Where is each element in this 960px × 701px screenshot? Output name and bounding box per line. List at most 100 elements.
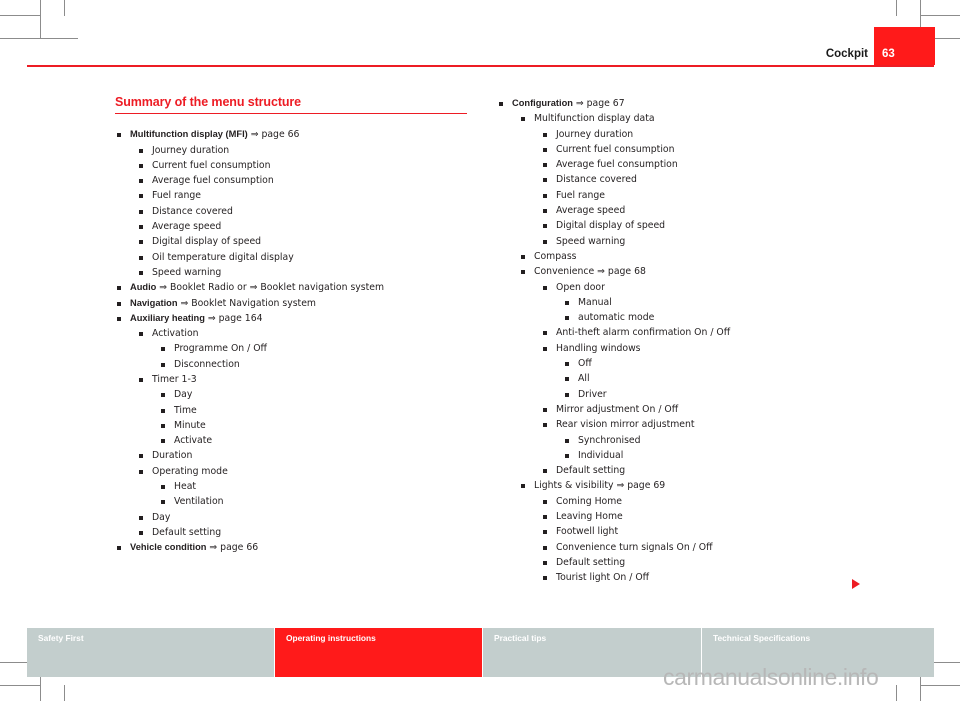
menu-item-label: Average fuel consumption <box>152 175 274 187</box>
menu-item: Mirror adjustment On / Off <box>541 402 897 417</box>
menu-item: Digital display of speed <box>137 234 475 249</box>
menu-item-label: Programme On / Off <box>174 343 267 355</box>
square-bullet-icon <box>139 240 143 245</box>
square-bullet-icon <box>565 377 569 382</box>
menu-item-label: Rear vision mirror adjustment <box>556 419 695 431</box>
square-bullet-icon <box>543 178 547 183</box>
menu-item: Fuel range <box>137 188 475 203</box>
square-bullet-icon <box>139 163 143 168</box>
square-bullet-icon <box>161 500 165 505</box>
menu-item: Average fuel consumption <box>541 157 897 172</box>
menu-item-label: Day <box>174 389 193 401</box>
menu-item: Duration <box>137 448 475 463</box>
manual-page: Cockpit 63 Summary of the menu structure… <box>0 0 960 701</box>
square-bullet-icon <box>543 545 547 550</box>
menu-item-label: Minute <box>174 419 206 431</box>
menu-item: Vehicle condition ⇒ page 66 <box>115 540 475 555</box>
menu-item-label: Leaving Home <box>556 511 623 523</box>
menu-item-label: Audio <box>130 282 157 293</box>
menu-item: Multifunction display data <box>519 111 897 126</box>
menu-item-label: Vehicle condition <box>130 542 207 553</box>
menu-item-label: Auxiliary heating <box>130 312 205 323</box>
menu-item-label: Manual <box>578 296 612 308</box>
menu-item-label: Fuel range <box>152 190 202 202</box>
square-bullet-icon <box>543 515 547 520</box>
square-bullet-icon <box>139 515 143 520</box>
square-bullet-icon <box>161 439 165 444</box>
square-bullet-icon <box>117 286 121 291</box>
menu-item: Auxiliary heating ⇒ page 164 <box>115 311 475 326</box>
menu-item-label: Average speed <box>556 205 626 217</box>
menu-tree-left: Multifunction display (MFI) ⇒ page 66 Jou… <box>115 127 475 555</box>
menu-item-label: Oil temperature digital display <box>152 251 294 263</box>
menu-item: Default setting <box>541 555 897 570</box>
menu-item-label: Activate <box>174 435 213 447</box>
menu-item-label: Anti-theft alarm confirmation On / Off <box>556 327 731 339</box>
menu-tree-right: Configuration ⇒ page 67 Multifunction dis… <box>497 96 897 586</box>
crop-mark <box>0 38 78 39</box>
square-bullet-icon <box>565 362 569 367</box>
menu-item: Current fuel consumption <box>137 158 475 173</box>
crop-mark <box>920 685 960 686</box>
square-bullet-icon <box>499 102 503 106</box>
menu-item-label: Coming Home <box>556 495 623 507</box>
footer-tab-label: Safety First <box>38 633 84 643</box>
menu-item: Day <box>159 387 475 402</box>
title-underline <box>115 112 467 115</box>
menu-item-reference: ⇒ page 67 <box>572 98 625 109</box>
square-bullet-icon <box>543 224 547 229</box>
footer-tab-safety-first[interactable]: Safety First <box>27 628 274 677</box>
menu-item: Audio ⇒ Booklet Radio or ⇒ Booklet navig… <box>115 280 475 295</box>
menu-item-label: Duration <box>152 450 193 462</box>
square-bullet-icon <box>117 316 121 321</box>
menu-item-label: Compass <box>534 250 577 262</box>
menu-item: Disconnection <box>159 357 475 372</box>
menu-item: Tourist light On / Off <box>541 570 897 585</box>
menu-item: Anti-theft alarm confirmation On / Off <box>541 325 897 340</box>
menu-item: Timer 1-3 <box>137 372 475 387</box>
square-bullet-icon <box>139 148 143 153</box>
menu-item: Footwell light <box>541 524 897 539</box>
menu-item: Average speed <box>137 219 475 234</box>
menu-item: Synchronised <box>563 433 897 448</box>
menu-item-label: Journey duration <box>556 128 634 140</box>
square-bullet-icon <box>565 316 569 321</box>
menu-item: Rear vision mirror adjustment <box>541 417 897 432</box>
menu-item: Configuration ⇒ page 67 <box>497 96 897 111</box>
square-bullet-icon <box>139 332 143 337</box>
menu-item: Digital display of speed <box>541 218 897 233</box>
square-bullet-icon <box>161 423 165 428</box>
menu-item-label: Time <box>174 404 197 416</box>
square-bullet-icon <box>139 469 143 474</box>
menu-item-label: Mirror adjustment On / Off <box>556 403 679 415</box>
square-bullet-icon <box>139 530 143 535</box>
menu-item: Activate <box>159 433 475 448</box>
menu-item: Leaving Home <box>541 509 897 524</box>
square-bullet-icon <box>543 469 547 474</box>
square-bullet-icon <box>543 132 547 137</box>
page-number: 63 <box>882 48 895 60</box>
menu-item: Average speed <box>541 203 897 218</box>
menu-item: Individual <box>563 448 897 463</box>
menu-item: Off <box>563 356 897 371</box>
menu-item-label: Default setting <box>152 526 222 538</box>
square-bullet-icon <box>543 407 547 412</box>
square-bullet-icon <box>543 346 547 351</box>
footer-tab-operating-instructions[interactable]: Operating instructions <box>275 628 482 677</box>
square-bullet-icon <box>521 270 525 275</box>
menu-item-label: Disconnection <box>174 358 240 370</box>
menu-item-label: Multifunction display data <box>534 113 655 125</box>
menu-item: Activation <box>137 326 475 341</box>
crop-mark <box>64 0 65 16</box>
menu-item: Speed warning <box>541 234 897 249</box>
menu-item: Compass <box>519 249 897 264</box>
left-column: Summary of the menu structure Multifunct… <box>115 95 475 556</box>
header-rule <box>27 65 934 67</box>
menu-item-label: All <box>578 373 590 385</box>
menu-item: All <box>563 371 897 386</box>
menu-item: Multifunction display (MFI) ⇒ page 66 <box>115 127 475 142</box>
menu-item: Current fuel consumption <box>541 142 897 157</box>
square-bullet-icon <box>161 393 165 398</box>
menu-item-label: Fuel range <box>556 189 606 201</box>
chapter-title: Cockpit <box>825 48 868 60</box>
